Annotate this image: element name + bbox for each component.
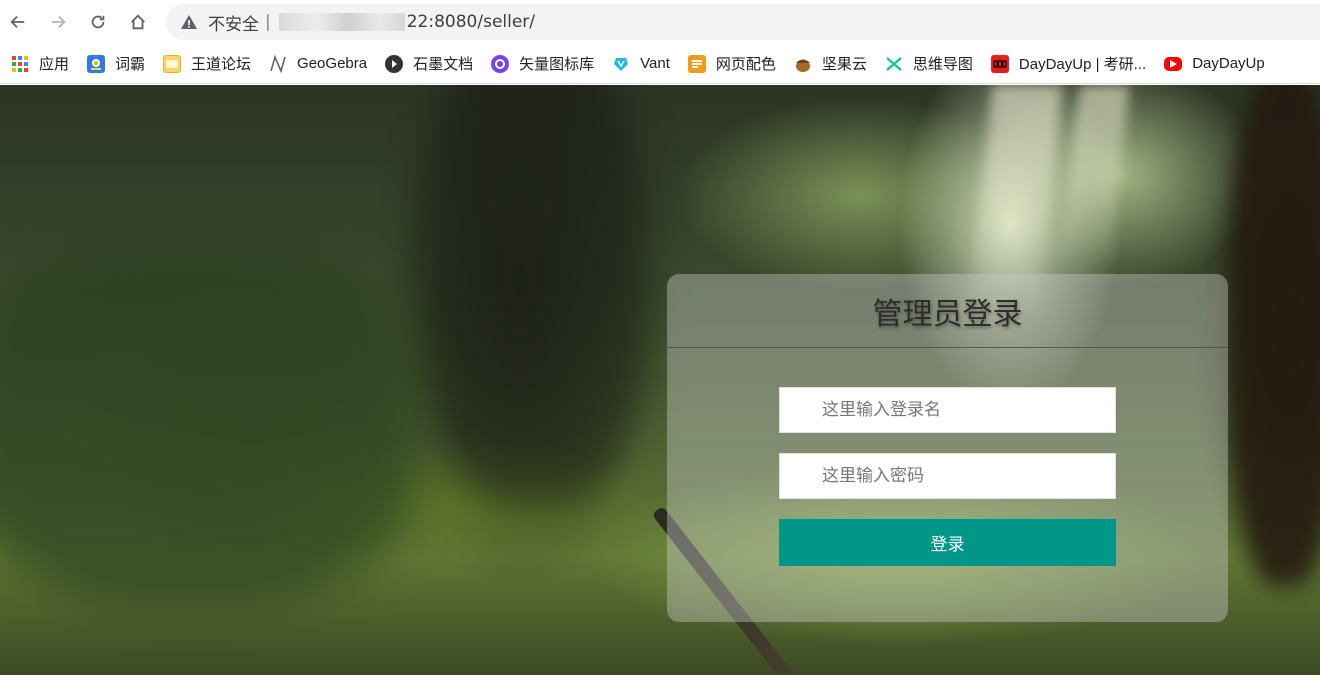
address-separator: | — [265, 12, 271, 32]
bookmark-label: GeoGebra — [297, 55, 368, 72]
mindmap-icon — [885, 55, 903, 73]
forward-button[interactable] — [44, 8, 72, 36]
url-text: 22:8080/seller/ — [406, 12, 536, 32]
address-bar[interactable]: 不安全 | 22:8080/seller/ — [166, 4, 1320, 40]
shimo-icon — [385, 54, 404, 73]
back-button[interactable] — [4, 8, 32, 36]
iconfont-icon — [491, 54, 510, 73]
username-input[interactable] — [779, 387, 1116, 433]
background-tree-trunk — [1230, 85, 1320, 585]
warning-triangle-icon — [181, 15, 197, 29]
reload-button[interactable] — [84, 8, 112, 36]
redacted-host — [278, 13, 405, 31]
password-input[interactable] — [779, 453, 1116, 499]
bookmark-label: Vant — [640, 55, 670, 72]
ciba-icon — [87, 54, 106, 73]
login-page: 管理员登录 登录 — [0, 85, 1320, 675]
browser-toolbar: 不安全 | 22:8080/seller/ — [0, 0, 1320, 44]
palette-icon — [687, 54, 706, 73]
home-button[interactable] — [124, 8, 152, 36]
bookmark-iconfont[interactable]: 矢量图标库 — [489, 50, 600, 78]
login-card: 管理员登录 登录 — [667, 274, 1228, 622]
bookmark-label: DayDayUp — [1192, 55, 1265, 72]
background-light-ray — [1060, 85, 1130, 265]
bookmark-daydayup-kaoyan[interactable]: DayDayUp | 考研... — [989, 50, 1152, 78]
bookmark-label: 坚果云 — [821, 56, 867, 73]
wangdao-icon — [163, 54, 182, 73]
vant-icon — [612, 55, 630, 73]
apps-grid-icon — [11, 55, 29, 73]
security-label: 不安全 — [208, 14, 259, 35]
back-arrow-icon — [10, 15, 25, 29]
bookmark-mindmap[interactable]: 思维导图 — [883, 50, 979, 78]
home-icon — [131, 14, 145, 30]
bookmark-ciba[interactable]: 词霸 — [85, 50, 151, 78]
background-tree-trunk — [420, 85, 650, 505]
bookmark-palette[interactable]: 网页配色 — [686, 50, 782, 78]
bookmark-daydayup-youtube[interactable]: DayDayUp — [1162, 50, 1271, 78]
background-foliage — [0, 245, 420, 605]
bookmark-geogebra[interactable]: GeoGebra — [267, 50, 373, 78]
bookmark-label: 矢量图标库 — [519, 56, 595, 73]
bookmark-label: 网页配色 — [715, 56, 776, 73]
bookmark-label: 词霸 — [115, 56, 146, 73]
bookmark-label: 应用 — [39, 56, 70, 73]
bookmark-label: 思维导图 — [912, 56, 973, 73]
reload-icon — [91, 15, 105, 29]
nutstore-icon — [794, 55, 812, 73]
bookmark-nutstore[interactable]: 坚果云 — [792, 50, 873, 78]
forward-arrow-icon — [51, 15, 66, 29]
bookmark-wangdao[interactable]: 王道论坛 — [161, 50, 257, 78]
login-button[interactable]: 登录 — [779, 519, 1116, 566]
bookmark-label: 石墨文档 — [413, 56, 474, 73]
bookmark-label: DayDayUp | 考研... — [1018, 56, 1147, 73]
daydayup-icon — [990, 54, 1009, 73]
bookmark-shimo[interactable]: 石墨文档 — [383, 50, 479, 78]
geogebra-icon — [269, 54, 287, 73]
bookmark-vant[interactable]: Vant — [610, 50, 676, 78]
bookmark-apps[interactable]: 应用 — [9, 50, 75, 78]
youtube-icon — [1164, 56, 1183, 71]
bookmark-label: 王道论坛 — [191, 56, 252, 73]
bookmarks-bar: 应用 词霸 王道论坛 GeoGebra 石墨文档 矢量图标库 Vant 网页配色… — [0, 44, 1320, 84]
login-title: 管理员登录 — [667, 274, 1228, 348]
